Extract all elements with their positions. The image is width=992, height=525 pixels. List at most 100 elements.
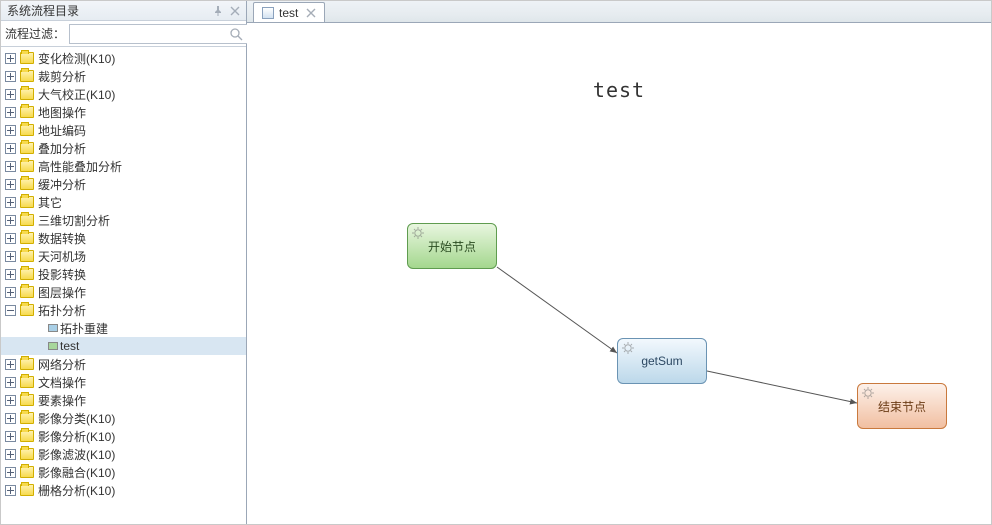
tree-item-label: 影像分析(K10) (38, 428, 115, 445)
tree-folder[interactable]: 数据转换 (1, 229, 246, 247)
expand-toggle[interactable] (5, 287, 16, 298)
tree-leaf[interactable]: 拓扑重建 (1, 319, 246, 337)
folder-icon (20, 214, 34, 226)
sidebar: 系统流程目录 流程过滤： 变化检测(K10)裁剪分析大气校正(K10)地图操作地… (1, 1, 247, 524)
expand-toggle[interactable] (5, 377, 16, 388)
tree-folder[interactable]: 地图操作 (1, 103, 246, 121)
tree-item-label: 栅格分析(K10) (38, 482, 115, 499)
tree-item-label: 影像融合(K10) (38, 464, 115, 481)
expand-toggle[interactable] (5, 179, 16, 190)
tree-folder[interactable]: 图层操作 (1, 283, 246, 301)
expand-toggle[interactable] (5, 161, 16, 172)
tree-folder[interactable]: 裁剪分析 (1, 67, 246, 85)
tree-folder[interactable]: 栅格分析(K10) (1, 481, 246, 499)
tree-folder[interactable]: 叠加分析 (1, 139, 246, 157)
expand-toggle[interactable] (5, 467, 16, 478)
expand-toggle[interactable] (5, 215, 16, 226)
sidebar-title-bar: 系统流程目录 (1, 1, 246, 21)
tree-item-label: 叠加分析 (38, 140, 86, 157)
tab-test[interactable]: test (253, 2, 325, 22)
tree-folder[interactable]: 影像分析(K10) (1, 427, 246, 445)
folder-icon (20, 358, 34, 370)
expand-toggle[interactable] (5, 413, 16, 424)
folder-icon (20, 232, 34, 244)
flow-node-label: getSum (641, 354, 682, 368)
tree-item-label: 影像滤波(K10) (38, 446, 115, 463)
tree-item-label: 文档操作 (38, 374, 86, 391)
tree-folder[interactable]: 网络分析 (1, 355, 246, 373)
tree-folder[interactable]: 变化检测(K10) (1, 49, 246, 67)
expand-toggle[interactable] (5, 125, 16, 136)
tree-folder[interactable]: 要素操作 (1, 391, 246, 409)
flow-node-mid[interactable]: getSum (617, 338, 707, 384)
tree[interactable]: 变化检测(K10)裁剪分析大气校正(K10)地图操作地址编码叠加分析高性能叠加分… (1, 47, 246, 524)
tree-folder[interactable]: 影像融合(K10) (1, 463, 246, 481)
expand-toggle[interactable] (5, 395, 16, 406)
expand-toggle[interactable] (5, 359, 16, 370)
flow-node-start[interactable]: 开始节点 (407, 223, 497, 269)
tab-doc-icon (262, 7, 274, 19)
folder-icon (20, 196, 34, 208)
expand-toggle[interactable] (5, 71, 16, 82)
tree-item-label: 网络分析 (38, 356, 86, 373)
expand-toggle[interactable] (5, 269, 16, 280)
expand-toggle[interactable] (5, 197, 16, 208)
tree-item-label: 变化检测(K10) (38, 50, 115, 67)
tree-folder[interactable]: 拓扑分析 (1, 301, 246, 319)
close-icon[interactable] (230, 6, 240, 16)
filter-input[interactable] (74, 27, 229, 41)
folder-icon (20, 286, 34, 298)
tree-folder[interactable]: 缓冲分析 (1, 175, 246, 193)
filter-label: 流程过滤： (5, 25, 65, 42)
folder-icon (20, 124, 34, 136)
tree-folder[interactable]: 影像滤波(K10) (1, 445, 246, 463)
leaf-icon (46, 322, 60, 334)
flow-node-end[interactable]: 结束节点 (857, 383, 947, 429)
tree-folder[interactable]: 影像分类(K10) (1, 409, 246, 427)
tree-leaf[interactable]: test (1, 337, 246, 355)
tab-label: test (279, 6, 298, 20)
folder-icon (20, 88, 34, 100)
expand-toggle[interactable] (5, 305, 16, 316)
expand-toggle[interactable] (5, 449, 16, 460)
expand-toggle[interactable] (5, 89, 16, 100)
tree-folder[interactable]: 其它 (1, 193, 246, 211)
folder-icon (20, 376, 34, 388)
folder-icon (20, 250, 34, 262)
expand-toggle[interactable] (5, 431, 16, 442)
tree-folder[interactable]: 天河机场 (1, 247, 246, 265)
folder-icon (20, 412, 34, 424)
tree-item-label: 裁剪分析 (38, 68, 86, 85)
expand-toggle[interactable] (5, 485, 16, 496)
tree-folder[interactable]: 地址编码 (1, 121, 246, 139)
leaf-icon (46, 340, 60, 352)
tree-item-label: 三维切割分析 (38, 212, 110, 229)
tree-item-label: 高性能叠加分析 (38, 158, 122, 175)
tree-folder[interactable]: 高性能叠加分析 (1, 157, 246, 175)
pin-icon[interactable] (212, 5, 224, 17)
tab-close-icon[interactable] (306, 8, 316, 18)
folder-icon (20, 430, 34, 442)
gear-icon (412, 227, 424, 239)
search-icon[interactable] (229, 27, 243, 41)
tree-folder[interactable]: 大气校正(K10) (1, 85, 246, 103)
expand-toggle[interactable] (5, 53, 16, 64)
tree-item-label: 地图操作 (38, 104, 86, 121)
flow-canvas[interactable]: test 开始节点 getSum 结束节点 (247, 23, 991, 524)
tree-item-label: 地址编码 (38, 122, 86, 139)
expand-toggle[interactable] (5, 143, 16, 154)
tree-item-label: 投影转换 (38, 266, 86, 283)
tree-item-label: 图层操作 (38, 284, 86, 301)
tree-item-label: 其它 (38, 194, 62, 211)
expand-toggle[interactable] (5, 107, 16, 118)
tree-folder[interactable]: 三维切割分析 (1, 211, 246, 229)
tree-item-label: test (60, 339, 79, 353)
tree-folder[interactable]: 文档操作 (1, 373, 246, 391)
expand-toggle[interactable] (5, 251, 16, 262)
folder-icon (20, 484, 34, 496)
tree-item-label: 拓扑重建 (60, 320, 108, 337)
folder-icon (20, 70, 34, 82)
tree-folder[interactable]: 投影转换 (1, 265, 246, 283)
sidebar-title: 系统流程目录 (7, 2, 212, 19)
expand-toggle[interactable] (5, 233, 16, 244)
